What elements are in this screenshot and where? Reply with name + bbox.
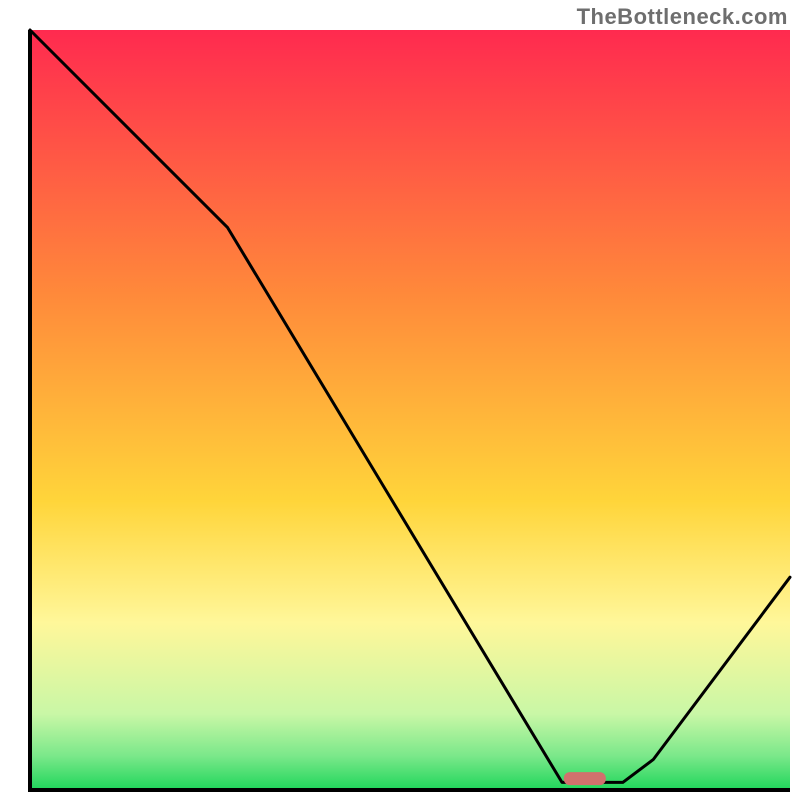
watermark-label: TheBottleneck.com (577, 4, 788, 30)
chart-svg (0, 0, 800, 800)
sweet-spot-marker (564, 772, 606, 785)
bottleneck-chart: TheBottleneck.com (0, 0, 800, 800)
